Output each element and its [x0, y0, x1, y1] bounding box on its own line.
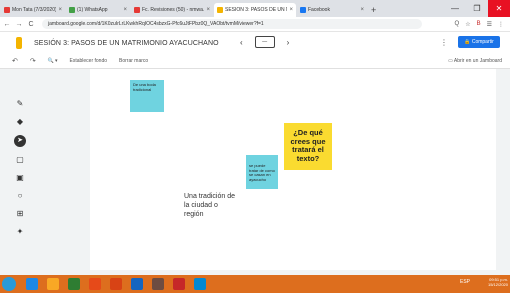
chrome-icon[interactable] — [173, 278, 185, 290]
powerpoint-icon[interactable] — [110, 278, 122, 290]
back-button[interactable]: ← — [2, 21, 12, 28]
tab-label: Fc. Revisiones (50) - nmwa.satol — [142, 7, 205, 13]
windows-taskbar: ESP 09:51 p.m. 15/12/2020 — [0, 275, 510, 293]
canvas-text-box[interactable]: Una tradición de la ciudad o región — [184, 192, 236, 219]
excel-icon[interactable] — [68, 278, 80, 290]
browser-tab[interactable]: Mon Tata (7/3/2020) × — [1, 3, 65, 17]
browser-tab[interactable]: (1) WhatsApp × — [66, 3, 130, 17]
next-frame-button[interactable]: › — [287, 38, 290, 47]
page-title[interactable]: SESIÓN 3: PASOS DE UN MATRIMONIO AYACUCH… — [34, 40, 219, 47]
language-indicator[interactable]: ESP — [460, 279, 470, 285]
open-in-jamboard-label: Abrir en un Jamboard — [453, 58, 502, 64]
jamboard-logo-icon[interactable] — [16, 37, 22, 49]
tab-favicon-icon — [69, 7, 75, 13]
minimize-button[interactable]: — — [444, 0, 466, 17]
internet-explorer-icon[interactable] — [26, 278, 38, 290]
image-icon[interactable]: ▣ — [16, 173, 24, 183]
redo-icon[interactable]: ↷ — [30, 57, 36, 65]
tab-close-icon[interactable]: × — [289, 7, 293, 13]
tab-close-icon[interactable]: × — [360, 7, 364, 13]
bookmark-star-icon[interactable]: ☆ — [465, 21, 470, 28]
word-icon[interactable] — [131, 278, 143, 290]
pen-icon[interactable]: ✎ — [17, 99, 24, 109]
more-options-icon[interactable]: ⋮ — [440, 38, 448, 47]
laser-icon[interactable]: ✦ — [17, 227, 24, 237]
browser-extension-icons: Q ☆ B ☰ ⋮ — [455, 21, 504, 28]
skype-icon[interactable] — [194, 278, 206, 290]
clock-date: 15/12/2020 — [487, 282, 508, 288]
start-button[interactable] — [2, 277, 16, 291]
media-player-icon[interactable] — [89, 278, 101, 290]
sticky-note[interactable]: De una boda tradicional — [130, 80, 164, 112]
eraser-icon[interactable]: ◆ — [17, 117, 23, 127]
browser-menu-icon[interactable]: ⋮ — [498, 21, 504, 28]
url-input[interactable]: jamboard.google.com/d/1K0zuIrLrLKwkhRqIO… — [42, 19, 422, 29]
set-background-button[interactable]: Establecer fondo — [70, 58, 108, 64]
text-box-icon[interactable]: ⊞ — [17, 209, 24, 219]
zoom-icon[interactable]: 🔍 — [48, 58, 54, 64]
tool-palette: ✎ ◆ ➤ ▢ ▣ ○ ⊞ ✦ — [0, 99, 40, 249]
jamboard-canvas[interactable]: De una boda tradicional se puede tratar … — [90, 69, 496, 270]
tab-favicon-icon — [4, 7, 10, 13]
undo-icon[interactable]: ↶ — [12, 57, 18, 65]
search-icon[interactable]: Q — [455, 21, 460, 28]
lock-icon: 🔒 — [464, 39, 472, 45]
new-tab-button[interactable]: + — [371, 3, 376, 17]
jamboard-header: SESIÓN 3: PASOS DE UN MATRIMONIO AYACUCH… — [0, 32, 510, 54]
forward-button[interactable]: → — [14, 21, 24, 28]
tab-label: Mon Tata (7/3/2020) — [12, 7, 57, 13]
tab-close-icon[interactable]: × — [123, 7, 127, 13]
circle-shape-icon[interactable]: ○ — [18, 191, 23, 201]
sticky-note[interactable]: se puede tratar de como se casan en ayac… — [246, 155, 278, 189]
select-icon[interactable]: ➤ — [14, 135, 26, 147]
taskbar-apps — [26, 278, 206, 290]
jamboard-toolbar: ↶ ↷ 🔍 ▾ Establecer fondo Borrar marco ▭ … — [0, 54, 510, 69]
window-controls: — ❐ ✕ — [444, 0, 510, 17]
jamboard-favicon-icon — [217, 7, 223, 13]
share-button[interactable]: 🔒 Compartir — [458, 36, 500, 48]
sticky-note-icon[interactable]: ▢ — [16, 155, 24, 165]
zoom-dropdown-icon[interactable]: ▾ — [55, 58, 58, 64]
browser-tab[interactable]: Fc. Revisiones (50) - nmwa.satol × — [131, 3, 213, 17]
previous-frame-button[interactable]: ‹ — [240, 38, 243, 47]
tab-label: (1) WhatsApp — [77, 7, 108, 13]
frame-navigator: ‹ — › — [240, 36, 289, 48]
browser-tab-active[interactable]: SESIÓN 3: PASOS DE UN MAT × — [214, 3, 296, 17]
clear-frame-button[interactable]: Borrar marco — [119, 58, 148, 64]
tab-favicon-icon — [134, 7, 140, 13]
sticky-note-question[interactable]: ¿De qué crees que tratará el texto? — [284, 123, 332, 170]
file-explorer-icon[interactable] — [47, 278, 59, 290]
tab-label: Facebook — [308, 7, 330, 13]
notes-icon[interactable] — [152, 278, 164, 290]
maximize-button[interactable]: ❐ — [466, 0, 488, 17]
workspace: ✎ ◆ ➤ ▢ ▣ ○ ⊞ ✦ De una boda tradicional … — [0, 69, 510, 275]
browser-tab-strip: Mon Tata (7/3/2020) × (1) WhatsApp × Fc.… — [0, 0, 510, 17]
reload-button[interactable]: C — [26, 21, 36, 28]
share-label: Compartir — [471, 39, 494, 45]
tab-label: SESIÓN 3: PASOS DE UN MAT — [225, 7, 287, 13]
tab-close-icon[interactable]: × — [206, 7, 210, 13]
taskbar-clock[interactable]: 09:51 p.m. 15/12/2020 — [488, 277, 508, 287]
facebook-favicon-icon — [300, 7, 306, 13]
extensions-menu-icon[interactable]: ☰ — [487, 21, 492, 28]
browser-tab[interactable]: Facebook × — [297, 3, 367, 17]
address-bar-row: ← → C jamboard.google.com/d/1K0zuIrLrLKw… — [0, 17, 510, 32]
tab-close-icon[interactable]: × — [58, 7, 62, 13]
extension-icon[interactable]: B — [477, 21, 481, 28]
close-window-button[interactable]: ✕ — [488, 0, 510, 17]
open-in-jamboard-button[interactable]: ▭ Abrir en un Jamboard — [448, 58, 502, 64]
frame-thumbnail-button[interactable]: — — [254, 36, 275, 48]
